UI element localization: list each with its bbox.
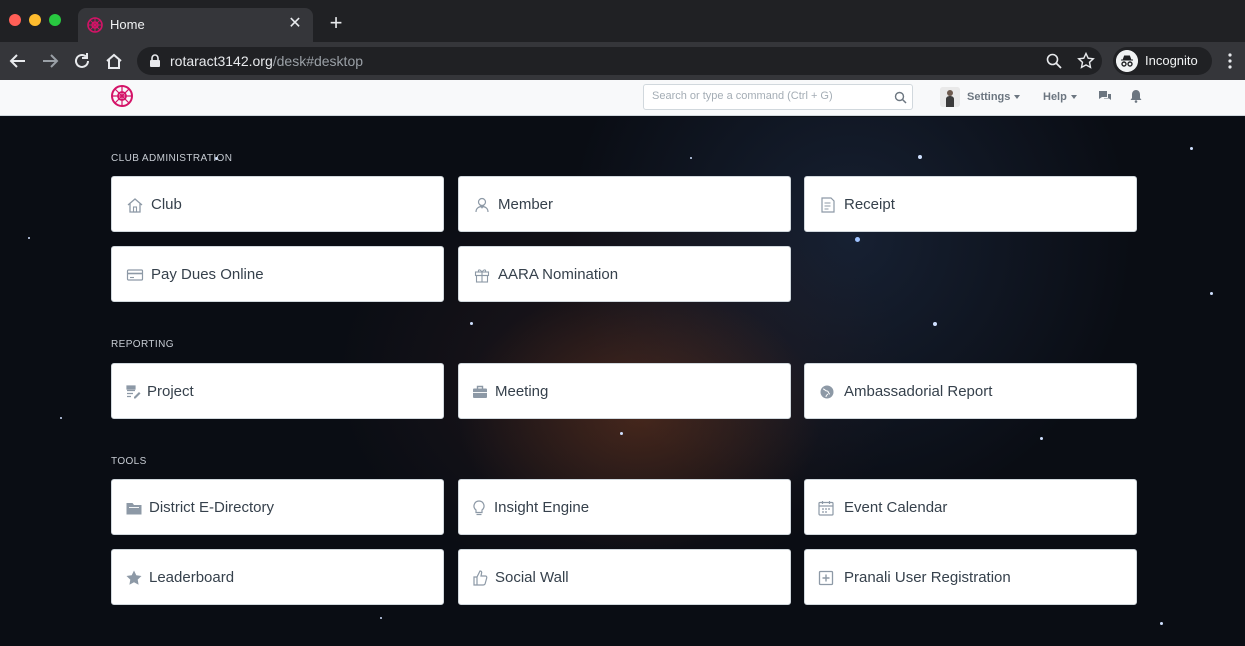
- more-menu-icon[interactable]: [1222, 52, 1238, 70]
- address-bar[interactable]: rotaract3142.org/desk#desktop: [137, 47, 1102, 75]
- home-icon[interactable]: [103, 50, 125, 72]
- browser-tab-home[interactable]: Home ✕: [78, 8, 313, 42]
- briefcase-icon: [473, 385, 487, 398]
- card-label: Leaderboard: [149, 569, 235, 586]
- card-label: Social Wall: [495, 569, 569, 586]
- background-star: [60, 417, 62, 419]
- zoom-icon[interactable]: [1045, 52, 1063, 70]
- settings-dropdown[interactable]: Settings: [967, 91, 1021, 103]
- incognito-profile-button[interactable]: Incognito: [1113, 47, 1212, 75]
- settings-label: Settings: [967, 91, 1011, 103]
- globe-icon: [820, 385, 834, 399]
- card-label: Meeting: [495, 383, 549, 400]
- card-label: Event Calendar: [844, 499, 948, 516]
- tab-title: Home: [110, 17, 145, 32]
- reload-icon[interactable]: [71, 50, 93, 72]
- chevron-down-icon: [1070, 95, 1077, 100]
- user-avatar[interactable]: [940, 87, 960, 107]
- card-pranali-user-registration[interactable]: Pranali User Registration: [804, 549, 1137, 605]
- card-label: Pranali User Registration: [844, 569, 1011, 586]
- folder-icon: [126, 503, 142, 515]
- background-star: [918, 155, 922, 159]
- profile-label: Incognito: [1145, 53, 1198, 68]
- background-star: [620, 432, 623, 435]
- background-star: [1160, 622, 1163, 625]
- background-star: [855, 237, 860, 242]
- help-label: Help: [1043, 91, 1067, 103]
- card-receipt[interactable]: Receipt: [804, 176, 1137, 232]
- card-label: Insight Engine: [494, 499, 590, 516]
- background-star: [1210, 292, 1213, 295]
- minimize-window-button[interactable]: [29, 14, 41, 26]
- avatar-image: [940, 87, 960, 107]
- url-host: rotaract3142.org: [170, 53, 273, 69]
- card-label: Project: [147, 383, 194, 400]
- close-window-button[interactable]: [9, 14, 21, 26]
- back-arrow-icon[interactable]: [7, 50, 29, 72]
- card-label: District E-Directory: [149, 499, 275, 516]
- card-pay-dues-online[interactable]: Pay Dues Online: [111, 246, 444, 302]
- background-star: [933, 322, 937, 326]
- thumbs-up-icon: [473, 570, 488, 586]
- section-title-reporting: REPORTING: [111, 339, 174, 350]
- app-navbar: Settings Help: [0, 80, 1245, 116]
- background-star: [380, 617, 382, 619]
- browser-tabstrip: Home ✕ +: [0, 0, 1245, 42]
- gift-icon: [474, 269, 490, 283]
- card-leaderboard[interactable]: Leaderboard: [111, 549, 444, 605]
- search-icon[interactable]: [894, 91, 907, 104]
- credit-card-icon: [126, 269, 144, 281]
- background-star: [1190, 147, 1193, 150]
- card-event-calendar[interactable]: Event Calendar: [804, 479, 1137, 535]
- background-star: [1040, 437, 1043, 440]
- home-icon: [127, 198, 143, 213]
- card-label: Receipt: [844, 196, 895, 213]
- card-project[interactable]: Project: [111, 363, 444, 419]
- plus-square-icon: [818, 570, 834, 586]
- tab-close-icon[interactable]: ✕: [285, 14, 305, 34]
- bookmark-star-icon[interactable]: [1077, 52, 1095, 70]
- chat-icon[interactable]: [1098, 89, 1112, 103]
- rotary-logo-icon[interactable]: [111, 85, 133, 107]
- search-input[interactable]: [652, 90, 887, 102]
- receipt-icon: [821, 197, 835, 213]
- desktop-area: CLUB ADMINISTRATION Club Member Receipt …: [0, 117, 1245, 646]
- card-aara-nomination[interactable]: AARA Nomination: [458, 246, 791, 302]
- incognito-icon: [1116, 50, 1138, 72]
- card-label: Member: [498, 196, 554, 213]
- card-meeting[interactable]: Meeting: [458, 363, 791, 419]
- maximize-window-button[interactable]: [49, 14, 61, 26]
- lightbulb-icon: [473, 500, 485, 516]
- card-member[interactable]: Member: [458, 176, 791, 232]
- section-title-club-administration: CLUB ADMINISTRATION: [111, 153, 233, 164]
- member-icon: [475, 197, 489, 213]
- card-insight-engine[interactable]: Insight Engine: [458, 479, 791, 535]
- calendar-icon: [818, 501, 834, 516]
- card-district-e-directory[interactable]: District E-Directory: [111, 479, 444, 535]
- background-star: [28, 237, 30, 239]
- background-star: [470, 322, 473, 325]
- section-title-tools: TOOLS: [111, 456, 147, 467]
- browser-toolbar: rotaract3142.org/desk#desktop Incognito: [0, 42, 1245, 80]
- star-icon: [126, 570, 142, 585]
- card-ambassadorial-report[interactable]: Ambassadorial Report: [804, 363, 1137, 419]
- card-label: Pay Dues Online: [151, 266, 264, 283]
- card-label: AARA Nomination: [498, 266, 619, 283]
- help-dropdown[interactable]: Help: [1043, 91, 1077, 103]
- card-club[interactable]: Club: [111, 176, 444, 232]
- chevron-down-icon: [1014, 95, 1021, 100]
- card-label: Club: [151, 196, 182, 213]
- edit-icon: [126, 385, 141, 399]
- notification-bell-icon[interactable]: [1130, 89, 1142, 103]
- url-text: rotaract3142.org/desk#desktop: [170, 53, 363, 69]
- rotary-wheel-icon: [87, 17, 103, 33]
- card-social-wall[interactable]: Social Wall: [458, 549, 791, 605]
- lock-icon: [150, 54, 160, 67]
- forward-arrow-icon[interactable]: [39, 50, 61, 72]
- awesome-bar[interactable]: [643, 84, 913, 110]
- new-tab-button[interactable]: +: [325, 12, 347, 34]
- url-path: /desk#desktop: [272, 53, 364, 69]
- card-label: Ambassadorial Report: [844, 383, 993, 400]
- background-star: [690, 157, 692, 159]
